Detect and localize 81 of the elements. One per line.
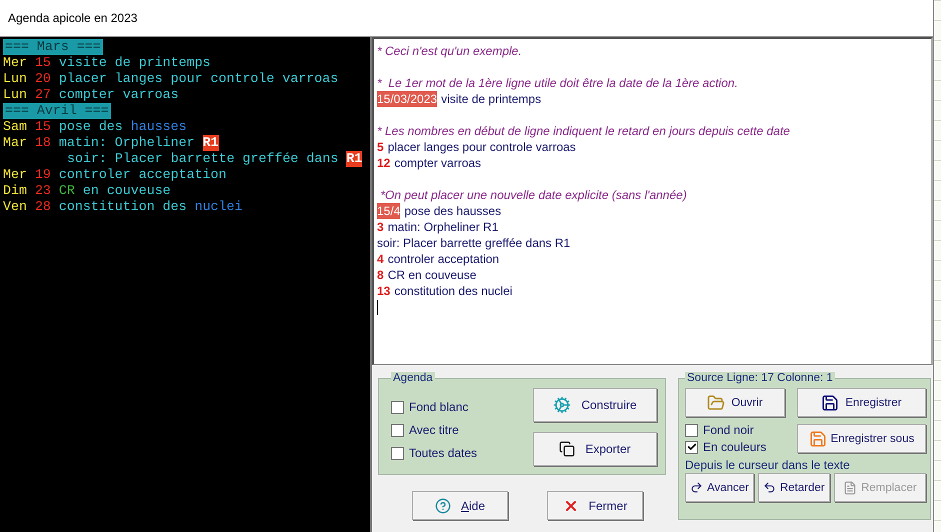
button[interactable]: Construire <box>533 388 657 422</box>
delay-number: 3 <box>377 219 384 235</box>
redo-icon <box>690 481 703 494</box>
check-icon <box>686 442 696 452</box>
document-icon <box>843 480 858 494</box>
button[interactable]: Enregistrer <box>797 388 926 417</box>
comment-line: *On peut placer une nouvelle date explicite (sans l'année) <box>379 187 687 203</box>
month-header: === Avril === <box>3 103 111 119</box>
weekday: Mer <box>3 167 27 183</box>
task-text: nuclei <box>194 199 242 215</box>
day-number: 23 <box>34 183 51 199</box>
date-tag: 15/4 <box>377 203 400 219</box>
delay-number: 13 <box>377 283 390 299</box>
day-number: 19 <box>34 167 51 183</box>
date-tag: 15/03/2023 <box>377 91 438 107</box>
weekday: Sam <box>3 119 27 135</box>
weekday: Mer <box>3 55 27 71</box>
button[interactable]: Retarder <box>758 473 830 502</box>
button[interactable]: Aide <box>412 491 508 520</box>
month-header: === Mars === <box>3 39 103 55</box>
task-text: soir: Placer barrette greffée dans R1 <box>377 235 570 251</box>
delay-number: 4 <box>377 251 384 267</box>
weekday: Dim <box>3 183 27 199</box>
comment-line: * Les nombres en début de ligne indiquent le retard en jours depuis cette date <box>377 123 790 139</box>
day-number: 27 <box>34 87 51 103</box>
delay-number: 8 <box>377 267 384 283</box>
checkbox[interactable]: Fond noir <box>685 423 785 437</box>
task-text: pose des hausses <box>404 203 502 219</box>
checkbox[interactable]: Fond blanc <box>391 400 523 414</box>
task-text: pose des <box>58 119 123 135</box>
task-text: matin: Orpheliner <box>58 135 195 151</box>
task-text: CR <box>58 183 75 199</box>
task-text: visite de printemps <box>441 91 542 107</box>
delay-number: 12 <box>377 155 390 171</box>
checkbox[interactable]: En couleurs <box>685 440 785 454</box>
task-text: matin: Orpheliner R1 <box>388 219 498 235</box>
checkbox[interactable]: Toutes dates <box>391 446 523 460</box>
hive-tag: R1 <box>202 135 219 151</box>
text-cursor <box>377 300 378 314</box>
task-text: compter varroas <box>394 155 482 171</box>
task-text: placer langes pour controle varroas <box>388 139 576 155</box>
day-number: 18 <box>34 135 51 151</box>
button[interactable]: Fermer <box>547 491 643 520</box>
day-number: 15 <box>34 119 51 135</box>
weekday: Lun <box>3 71 27 87</box>
help-icon <box>434 498 451 514</box>
task-text: hausses <box>130 119 187 135</box>
window-title: Agenda apicole en 2023 <box>8 11 138 25</box>
day-number: 28 <box>34 199 51 215</box>
folder-icon <box>707 394 726 412</box>
checkbox[interactable]: Avec titre <box>391 423 523 437</box>
task-text: controler acceptation <box>388 251 500 267</box>
task-text: constitution des nuclei <box>394 283 512 299</box>
cursor-label: Depuis le curseur dans le texte <box>685 458 851 472</box>
task-text: visite de printemps <box>58 55 211 71</box>
day-number: 15 <box>34 55 51 71</box>
button[interactable]: Ouvrir <box>685 388 785 417</box>
task-text: placer langes pour controle varroas <box>58 71 338 87</box>
group-title: Source Ligne: 17 Colonne: 1 <box>685 372 835 384</box>
group-title: Agenda <box>391 372 435 384</box>
weekday: Ven <box>3 199 27 215</box>
comment-line: * Ceci n'est qu'un exemple. <box>377 43 522 59</box>
task-text: controler acceptation <box>58 167 226 183</box>
task-text: compter varroas <box>58 87 179 103</box>
copy-icon <box>559 441 576 457</box>
button[interactable]: Exporter <box>533 432 657 466</box>
gear-icon <box>553 396 572 414</box>
undo-icon <box>762 481 776 494</box>
hive-tag: R1 <box>346 151 362 167</box>
button[interactable]: Enregistrer sous <box>797 424 926 453</box>
task-text: soir: Placer barrette greffée dans <box>67 151 338 167</box>
button[interactable]: Avancer <box>685 473 754 502</box>
task-text: CR en couveuse <box>388 267 476 283</box>
task-text: en couveuse <box>82 183 171 199</box>
weekday: Lun <box>3 87 27 103</box>
day-number: 20 <box>34 71 51 87</box>
task-text: constitution des <box>58 199 187 215</box>
source-editor[interactable] <box>372 37 933 365</box>
delay-number: 5 <box>377 139 384 155</box>
comment-line: * Le 1er mot de la 1ère ligne utile doit être la date de la 1ère action. <box>377 75 738 91</box>
weekday: Mar <box>3 135 27 151</box>
